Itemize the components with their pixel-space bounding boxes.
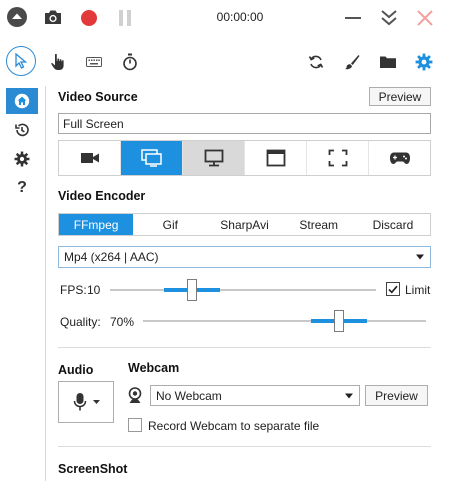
record-icon [81, 10, 97, 26]
title-bar: 00:00:00 [0, 0, 460, 36]
screenshot-title: ScreenShot [58, 462, 128, 476]
source-screen[interactable] [183, 141, 245, 175]
webcam-icon [128, 387, 144, 405]
nav-help[interactable]: ? [6, 175, 38, 201]
screen-icon [140, 149, 162, 167]
nav-recent[interactable] [6, 117, 38, 143]
webcam-title: Webcam [128, 361, 180, 375]
settings-button[interactable] [414, 52, 434, 72]
video-camera-icon [80, 153, 99, 163]
minimize-icon [345, 17, 361, 19]
checkmark-icon [388, 285, 398, 293]
webcam-select-value: No Webcam [156, 388, 222, 403]
source-full-screen[interactable] [121, 141, 183, 175]
source-region[interactable] [307, 141, 369, 175]
quality-slider-thumb[interactable] [334, 310, 344, 332]
cursor-toggle[interactable] [6, 46, 36, 76]
output-folder-button[interactable] [378, 52, 398, 72]
video-source-value[interactable]: Full Screen [58, 113, 431, 134]
section-divider [58, 446, 431, 447]
audio-title: Audio [58, 363, 94, 377]
codec-select[interactable]: Mp4 (x264 | AAC) [58, 246, 431, 268]
nav-settings[interactable] [6, 146, 38, 172]
folder-icon [380, 56, 396, 68]
side-navigation: ? [0, 86, 46, 481]
gamepad-icon [389, 152, 410, 164]
webcam-preview-button[interactable]: Preview [365, 385, 428, 406]
dropdown-arrow-icon [416, 254, 424, 260]
keyboard-icon [86, 57, 102, 67]
encoder-tabs: FFmpeg Gif SharpAvi Stream Discard [58, 213, 431, 236]
source-window[interactable] [245, 141, 307, 175]
clicks-toggle[interactable] [48, 52, 68, 72]
fps-slider-thumb[interactable] [187, 279, 197, 301]
brush-button[interactable] [342, 52, 362, 72]
timer-toggle[interactable] [120, 52, 140, 72]
video-source-selector [58, 140, 431, 176]
quality-slider-track [143, 320, 426, 322]
quality-value: 70% [110, 315, 135, 329]
tab-discard[interactable]: Discard [356, 214, 430, 235]
chevron-up-circle-icon [7, 7, 27, 27]
tool-row [0, 44, 460, 80]
video-source-title: Video Source [58, 90, 138, 104]
fps-slider[interactable] [110, 279, 376, 301]
stopwatch-icon [123, 53, 137, 71]
fps-slider-track [110, 289, 376, 291]
chevron-down-icon [92, 400, 100, 404]
tab-stream[interactable]: Stream [282, 214, 356, 235]
settings-icon [14, 151, 30, 167]
refresh-button[interactable] [306, 52, 326, 72]
screenshot-button[interactable] [42, 7, 64, 27]
camera-icon [45, 10, 61, 24]
microphone-icon [73, 393, 86, 411]
pause-icon [119, 10, 131, 26]
tab-ffmpeg[interactable]: FFmpeg [59, 214, 134, 235]
audio-source-button[interactable] [58, 381, 114, 423]
cursor-icon [15, 53, 28, 69]
monitor-icon [204, 149, 223, 167]
video-encoder-title: Video Encoder [58, 189, 146, 203]
double-chevron-down-icon [381, 10, 397, 26]
video-source-preview-button[interactable]: Preview [369, 87, 431, 106]
tab-sharpavi[interactable]: SharpAvi [207, 214, 281, 235]
quality-slider[interactable] [143, 310, 426, 332]
fps-limit-checkbox[interactable] [386, 282, 400, 296]
fps-limit-label: Limit [405, 283, 431, 297]
fps-label: FPS: [60, 283, 87, 297]
record-button[interactable] [78, 7, 100, 29]
source-webcam[interactable] [59, 141, 121, 175]
region-icon [328, 149, 347, 167]
collapse-button[interactable] [6, 6, 28, 28]
pause-button[interactable] [114, 7, 136, 29]
quality-label: Quality: [60, 315, 101, 329]
close-icon [417, 10, 433, 26]
minimize-button[interactable] [342, 7, 364, 29]
refresh-icon [308, 55, 324, 69]
section-divider [58, 347, 431, 348]
close-button[interactable] [414, 7, 436, 29]
window-icon [266, 149, 285, 167]
keystrokes-toggle[interactable] [84, 52, 104, 72]
brush-icon [344, 55, 360, 70]
fps-value: 10 [87, 283, 101, 297]
separate-file-checkbox[interactable] [128, 418, 142, 432]
source-game[interactable] [369, 141, 430, 175]
recording-timer: 00:00:00 [216, 10, 264, 24]
nav-home[interactable] [6, 88, 38, 114]
dropdown-arrow-icon [345, 393, 353, 398]
gear-icon [415, 53, 433, 71]
separate-file-label: Record Webcam to separate file [148, 419, 320, 433]
codec-select-value: Mp4 (x264 | AAC) [64, 250, 159, 264]
tab-gif[interactable]: Gif [133, 214, 207, 235]
home-icon [14, 93, 30, 109]
minimize-to-tray-button[interactable] [378, 6, 400, 30]
history-icon [15, 123, 29, 137]
hand-pointer-icon [51, 53, 64, 70]
webcam-select[interactable]: No Webcam [150, 385, 360, 406]
